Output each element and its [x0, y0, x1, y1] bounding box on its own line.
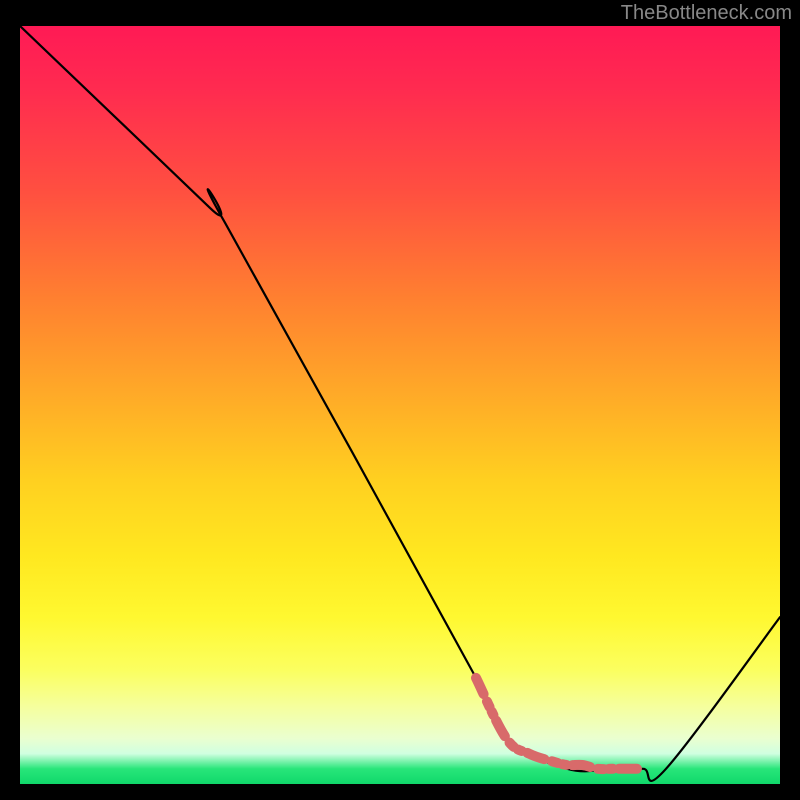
- chart-svg: [20, 26, 780, 784]
- main-curve: [20, 26, 780, 781]
- highlight-segment: [476, 678, 643, 769]
- watermark-text: TheBottleneck.com: [621, 2, 792, 25]
- plot-area: [20, 26, 780, 784]
